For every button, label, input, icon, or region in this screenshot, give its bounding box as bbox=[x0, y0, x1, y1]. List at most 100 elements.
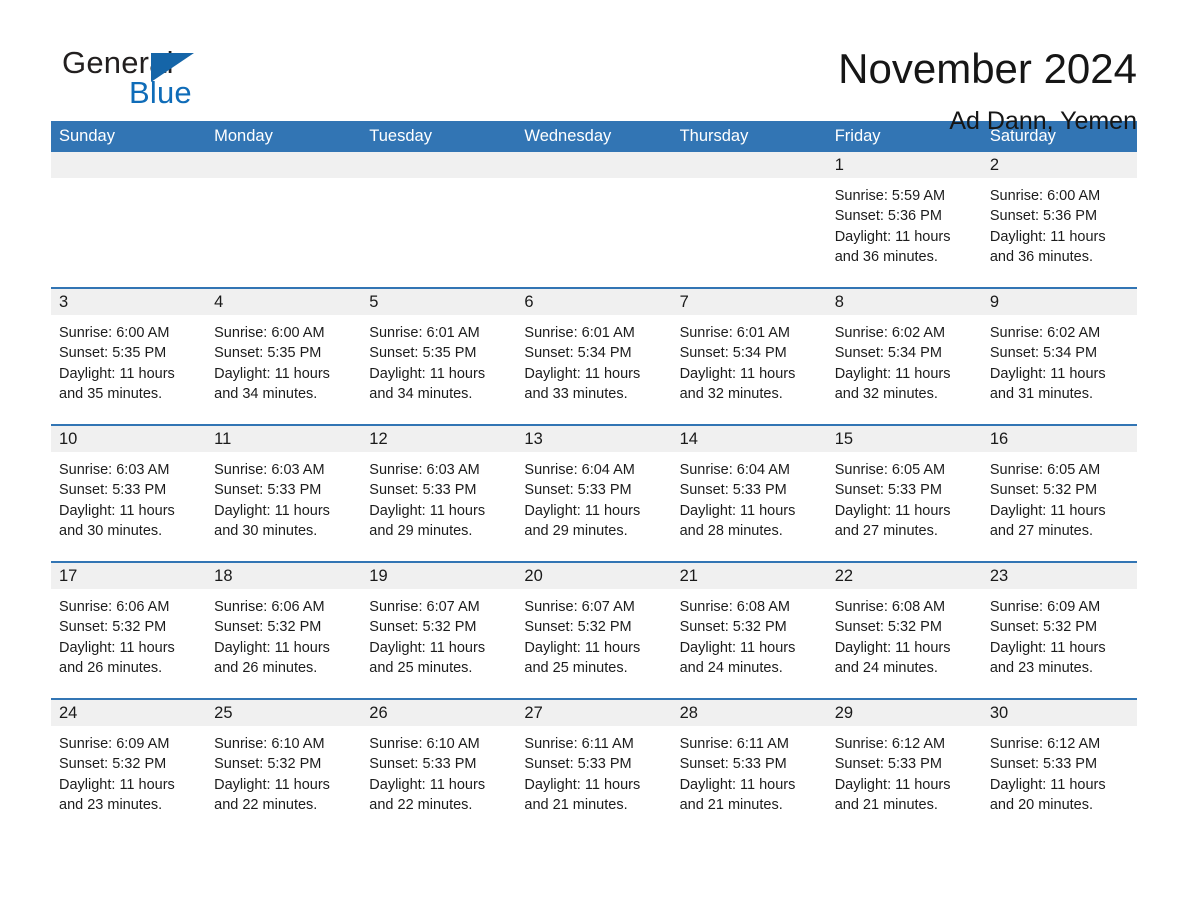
day-cell-inner: 29 Sunrise: 6:12 AM Sunset: 5:33 PM Dayligh… bbox=[826, 700, 982, 835]
daylight-line-2: and 25 minutes. bbox=[369, 659, 473, 676]
day-cell[interactable]: 13 Sunrise: 6:04 AM Sunset: 5:33 PM Dayligh… bbox=[516, 424, 672, 562]
day-cell[interactable]: 28 Sunrise: 6:11 AM Sunset: 5:33 PM Dayligh… bbox=[671, 698, 827, 835]
sun-info: Sunrise: 6:01 AM Sunset: 5:34 PM Daylight:… bbox=[516, 315, 671, 404]
sun-info: Sunrise: 6:03 AM Sunset: 5:33 PM Daylight:… bbox=[206, 452, 361, 541]
day-number bbox=[516, 152, 672, 178]
day-cell-inner: 1 Sunrise: 5:59 AM Sunset: 5:36 PM Daylight… bbox=[826, 152, 982, 287]
daylight-line-2: and 29 minutes. bbox=[369, 522, 473, 539]
day-cell[interactable]: 18 Sunrise: 6:06 AM Sunset: 5:32 PM Dayligh… bbox=[206, 561, 362, 699]
day-cell[interactable]: 17 Sunrise: 6:06 AM Sunset: 5:32 PM Dayligh… bbox=[51, 561, 207, 699]
sunrise-line: Sunrise: 6:12 AM bbox=[834, 736, 946, 752]
day-number: 9 bbox=[981, 289, 1137, 315]
day-cell-inner: 27 Sunrise: 6:11 AM Sunset: 5:33 PM Dayligh… bbox=[516, 700, 672, 835]
daylight-line-2: and 27 minutes. bbox=[834, 522, 938, 539]
day-cell[interactable]: 19 Sunrise: 6:07 AM Sunset: 5:32 PM Dayligh… bbox=[361, 561, 517, 699]
sunset-line: Sunset: 5:33 PM bbox=[214, 482, 322, 499]
day-cell-inner bbox=[206, 152, 362, 287]
day-cell[interactable]: 11 Sunrise: 6:03 AM Sunset: 5:33 PM Dayligh… bbox=[206, 424, 362, 562]
day-cell[interactable]: 15 Sunrise: 6:05 AM Sunset: 5:33 PM Dayligh… bbox=[826, 424, 982, 562]
daylight-line-1: Daylight: 11 hours bbox=[989, 639, 1106, 656]
day-cell-inner: 24 Sunrise: 6:09 AM Sunset: 5:32 PM Dayligh… bbox=[51, 700, 207, 835]
day-number bbox=[51, 152, 207, 178]
sunset-line: Sunset: 5:33 PM bbox=[679, 482, 787, 499]
day-cell[interactable]: 26 Sunrise: 6:10 AM Sunset: 5:33 PM Dayligh… bbox=[361, 698, 517, 835]
sunrise-line: Sunrise: 6:09 AM bbox=[989, 599, 1101, 615]
sunrise-line: Sunrise: 6:03 AM bbox=[59, 462, 170, 478]
sunrise-line: Sunrise: 6:07 AM bbox=[369, 599, 480, 615]
day-cell[interactable]: 23 Sunrise: 6:09 AM Sunset: 5:32 PM Dayligh… bbox=[981, 561, 1137, 699]
day-cell[interactable]: 7 Sunrise: 6:01 AM Sunset: 5:34 PM Daylight… bbox=[671, 287, 827, 425]
day-number: 7 bbox=[671, 289, 827, 315]
daylight-line-1: Daylight: 11 hours bbox=[679, 639, 796, 656]
daylight-line-1: Daylight: 11 hours bbox=[834, 502, 951, 519]
day-cell-inner: 30 Sunrise: 6:12 AM Sunset: 5:33 PM Dayligh… bbox=[981, 700, 1137, 835]
sunrise-line: Sunrise: 6:02 AM bbox=[834, 325, 946, 341]
day-cell[interactable]: 5 Sunrise: 6:01 AM Sunset: 5:35 PM Daylight… bbox=[361, 287, 517, 425]
day-number: 22 bbox=[826, 563, 982, 589]
day-cell[interactable]: 22 Sunrise: 6:08 AM Sunset: 5:32 PM Dayligh… bbox=[826, 561, 982, 699]
day-cell[interactable]: 20 Sunrise: 6:07 AM Sunset: 5:32 PM Dayligh… bbox=[516, 561, 672, 699]
sunset-line: Sunset: 5:33 PM bbox=[834, 482, 942, 499]
sun-info: Sunrise: 6:01 AM Sunset: 5:35 PM Daylight:… bbox=[361, 315, 516, 404]
day-cell[interactable]: 30 Sunrise: 6:12 AM Sunset: 5:33 PM Dayligh… bbox=[981, 698, 1137, 835]
day-cell[interactable]: 25 Sunrise: 6:10 AM Sunset: 5:32 PM Dayligh… bbox=[206, 698, 362, 835]
sunset-line: Sunset: 5:33 PM bbox=[679, 756, 787, 773]
sun-info: Sunrise: 6:06 AM Sunset: 5:32 PM Daylight:… bbox=[51, 589, 206, 678]
day-cell[interactable]: 8 Sunrise: 6:02 AM Sunset: 5:34 PM Daylight… bbox=[826, 287, 982, 425]
day-cell[interactable]: 3 Sunrise: 6:00 AM Sunset: 5:35 PM Daylight… bbox=[51, 287, 207, 425]
day-cell[interactable]: 29 Sunrise: 6:12 AM Sunset: 5:33 PM Dayligh… bbox=[826, 698, 982, 835]
day-cell[interactable]: 14 Sunrise: 6:04 AM Sunset: 5:33 PM Dayligh… bbox=[671, 424, 827, 562]
sunset-line: Sunset: 5:32 PM bbox=[524, 619, 632, 636]
day-number: 6 bbox=[516, 289, 672, 315]
day-cell-empty bbox=[51, 152, 207, 288]
day-cell[interactable]: 4 Sunrise: 6:00 AM Sunset: 5:35 PM Daylight… bbox=[206, 287, 362, 425]
day-number: 28 bbox=[671, 700, 827, 726]
day-cell[interactable]: 9 Sunrise: 6:02 AM Sunset: 5:34 PM Daylight… bbox=[981, 287, 1137, 425]
calendar-week-row: 17 Sunrise: 6:06 AM Sunset: 5:32 PM Dayligh… bbox=[51, 561, 1137, 699]
day-number bbox=[671, 152, 827, 178]
day-cell[interactable]: 21 Sunrise: 6:08 AM Sunset: 5:32 PM Dayligh… bbox=[671, 561, 827, 699]
day-number: 4 bbox=[206, 289, 362, 315]
sunrise-line: Sunrise: 6:06 AM bbox=[214, 599, 325, 615]
day-number: 11 bbox=[206, 426, 362, 452]
day-cell[interactable]: 2 Sunrise: 6:00 AM Sunset: 5:36 PM Daylight… bbox=[981, 152, 1137, 288]
calendar-week-row: 3 Sunrise: 6:00 AM Sunset: 5:35 PM Daylight… bbox=[51, 287, 1137, 425]
calendar-page: General Blue November 2024 Ad Dann, Yeme… bbox=[0, 0, 1188, 918]
day-cell[interactable]: 12 Sunrise: 6:03 AM Sunset: 5:33 PM Dayligh… bbox=[361, 424, 517, 562]
sunrise-line: Sunrise: 6:00 AM bbox=[989, 188, 1101, 204]
daylight-line-2: and 26 minutes. bbox=[59, 659, 163, 676]
daylight-line-2: and 21 minutes. bbox=[834, 796, 938, 813]
day-number: 8 bbox=[826, 289, 982, 315]
weekday-header-tuesday: Tuesday bbox=[361, 121, 517, 152]
sun-info: Sunrise: 6:03 AM Sunset: 5:33 PM Daylight:… bbox=[51, 452, 206, 541]
sun-info: Sunrise: 6:05 AM Sunset: 5:32 PM Daylight:… bbox=[982, 452, 1137, 541]
sunrise-line: Sunrise: 6:05 AM bbox=[834, 462, 946, 478]
day-cell[interactable]: 16 Sunrise: 6:05 AM Sunset: 5:32 PM Dayligh… bbox=[981, 424, 1137, 562]
daylight-line-1: Daylight: 11 hours bbox=[59, 776, 175, 793]
day-cell-empty bbox=[206, 152, 362, 288]
location-subtitle: Ad Dann, Yemen bbox=[949, 107, 1137, 135]
day-number: 21 bbox=[671, 563, 827, 589]
day-cell-empty bbox=[671, 152, 827, 288]
day-cell[interactable]: 27 Sunrise: 6:11 AM Sunset: 5:33 PM Dayligh… bbox=[516, 698, 672, 835]
day-cell-empty bbox=[361, 152, 517, 288]
daylight-line-2: and 27 minutes. bbox=[989, 522, 1094, 539]
daylight-line-2: and 29 minutes. bbox=[524, 522, 628, 539]
day-cell[interactable]: 1 Sunrise: 5:59 AM Sunset: 5:36 PM Daylight… bbox=[826, 152, 982, 288]
day-cell[interactable]: 10 Sunrise: 6:03 AM Sunset: 5:33 PM Dayligh… bbox=[51, 424, 207, 562]
day-cell-inner: 2 Sunrise: 6:00 AM Sunset: 5:36 PM Daylight… bbox=[981, 152, 1137, 287]
day-number: 5 bbox=[361, 289, 517, 315]
sun-info: Sunrise: 6:11 AM Sunset: 5:33 PM Daylight:… bbox=[516, 726, 671, 815]
daylight-line-1: Daylight: 11 hours bbox=[834, 639, 951, 656]
sun-info: Sunrise: 6:02 AM Sunset: 5:34 PM Daylight:… bbox=[982, 315, 1137, 404]
day-cell-inner bbox=[361, 152, 517, 287]
daylight-line-2: and 25 minutes. bbox=[524, 659, 628, 676]
generalblue-logo[interactable]: General Blue bbox=[51, 44, 241, 122]
day-cell[interactable]: 6 Sunrise: 6:01 AM Sunset: 5:34 PM Daylight… bbox=[516, 287, 672, 425]
daylight-line-1: Daylight: 11 hours bbox=[214, 639, 330, 656]
day-cell[interactable]: 24 Sunrise: 6:09 AM Sunset: 5:32 PM Dayligh… bbox=[51, 698, 207, 835]
daylight-line-2: and 26 minutes. bbox=[214, 659, 318, 676]
daylight-line-2: and 30 minutes. bbox=[59, 522, 163, 539]
daylight-line-2: and 23 minutes. bbox=[989, 659, 1094, 676]
day-cell-inner: 21 Sunrise: 6:08 AM Sunset: 5:32 PM Dayligh… bbox=[671, 563, 827, 698]
